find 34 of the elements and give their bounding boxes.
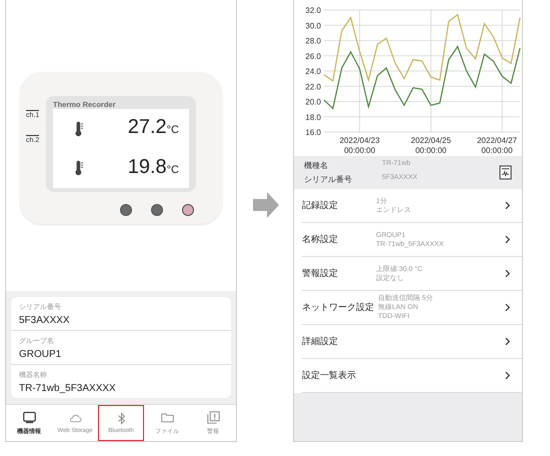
x-axis-label: 2022/04/27 00:00:00 (476, 136, 518, 155)
y-axis-label: 30.0 (305, 21, 321, 30)
x-axis-label: 2022/04/25 00:00:00 (410, 136, 451, 155)
alert-icon (206, 410, 220, 424)
y-axis-label: 18.0 (305, 112, 321, 122)
x-axis-label: 2022/04/23 00:00:00 (340, 136, 380, 155)
chevron-icon (505, 235, 510, 244)
y-axis-label: 20.0 (305, 98, 321, 106)
settings-row[interactable]: 詳細設定 (302, 325, 522, 359)
field-value: TR-71wb_5F3AXXXX (19, 383, 117, 394)
chevron-icon (505, 201, 510, 210)
y-axis-label: 16.0 (305, 128, 321, 137)
y-axis-label: 22.0 (305, 82, 321, 92)
chevron-icon (505, 371, 510, 380)
temperature-reading: 19.8°C (128, 156, 179, 180)
temperature-reading: 27.2°C (128, 116, 179, 140)
folder-icon (160, 410, 174, 424)
y-axis-label: 26.0 (305, 52, 321, 61)
model-label: 機種名 (304, 160, 329, 171)
y-axis-label: 32.0 (305, 6, 321, 15)
graph-report-icon[interactable] (499, 165, 512, 180)
monitor-icon (22, 410, 36, 424)
arrow-icon (251, 190, 281, 220)
chevron-icon (505, 269, 510, 278)
field-value: 5F3AXXXX (19, 315, 71, 326)
thermometer-icon (75, 160, 84, 176)
chevron-icon (505, 337, 510, 346)
cloud-icon (68, 412, 82, 425)
y-axis-label: 28.0 (305, 36, 321, 46)
field-value: GROUP1 (19, 349, 62, 360)
thermometer-icon (75, 120, 84, 137)
chevron-icon (505, 303, 510, 312)
y-axis-label: 24.0 (305, 67, 321, 76)
model-label: シリアル番号 (304, 174, 353, 185)
